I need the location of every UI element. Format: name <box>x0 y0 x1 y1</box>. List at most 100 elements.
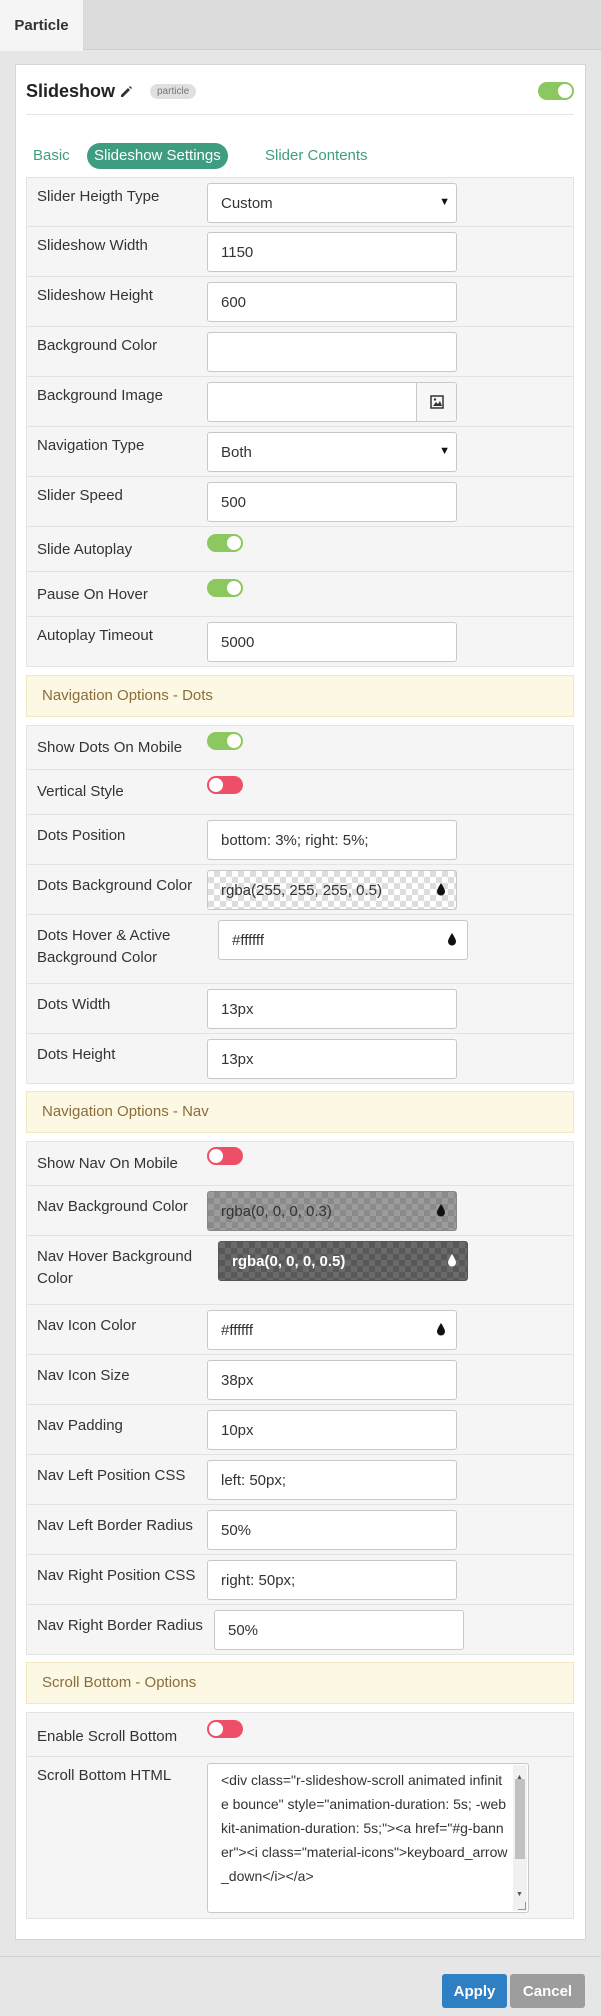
field-background-color: Background Color <box>26 327 574 377</box>
nav-right-position-input[interactable]: right: 50px; <box>207 1560 457 1600</box>
field-show-nav-mobile: Show Nav On Mobile <box>26 1141 574 1186</box>
enable-scroll-bottom-toggle[interactable] <box>207 1720 243 1738</box>
field-label: Nav Icon Color <box>37 1317 137 1334</box>
background-color-input[interactable] <box>207 332 457 372</box>
section-scroll-bottom: Scroll Bottom - Options <box>26 1662 574 1704</box>
nav-background-color-input[interactable]: rgba(0, 0, 0, 0.3) <box>207 1191 457 1231</box>
field-dots-height: Dots Height 13px <box>26 1034 574 1084</box>
dots-width-input[interactable]: 13px <box>207 989 457 1029</box>
section-navigation-nav: Navigation Options - Nav <box>26 1091 574 1133</box>
tab-basic[interactable]: Basic <box>33 143 70 169</box>
field-dots-width: Dots Width 13px <box>26 984 574 1034</box>
nav-icon-color-input[interactable]: #ffffff <box>207 1310 457 1350</box>
color-drop-icon[interactable] <box>436 1203 446 1217</box>
field-slideshow-width: Slideshow Width 1150 <box>26 227 574 277</box>
dots-height-input[interactable]: 13px <box>207 1039 457 1079</box>
scroll-bottom-html-textarea[interactable]: <div class="r-slideshow-scroll animated … <box>207 1763 529 1913</box>
nav-padding-input[interactable]: 10px <box>207 1410 457 1450</box>
field-dots-background-color: Dots Background Color rgba(255, 255, 255… <box>26 865 574 915</box>
particle-title: Slideshow <box>26 81 116 101</box>
tab-particle[interactable]: Particle <box>0 0 84 51</box>
field-nav-padding: Nav Padding 10px <box>26 1405 574 1455</box>
nav-hover-background-input[interactable]: rgba(0, 0, 0, 0.5) <box>218 1241 468 1281</box>
nav-left-radius-input[interactable]: 50% <box>207 1510 457 1550</box>
field-nav-icon-color: Nav Icon Color #ffffff <box>26 1305 574 1355</box>
field-dots-hover-background: Dots Hover & Active Background Color #ff… <box>26 915 574 984</box>
field-nav-hover-background: Nav Hover Background Color rgba(0, 0, 0,… <box>26 1236 574 1305</box>
input-value: #ffffff <box>221 1321 253 1339</box>
field-label: Show Nav On Mobile <box>37 1155 178 1172</box>
pause-on-hover-toggle[interactable] <box>207 579 243 597</box>
vertical-style-toggle[interactable] <box>207 776 243 794</box>
slider-height-type-select[interactable]: Custom ▼ <box>207 183 457 223</box>
field-enable-scroll-bottom: Enable Scroll Bottom <box>26 1712 574 1757</box>
nav-left-position-input[interactable]: left: 50px; <box>207 1460 457 1500</box>
field-label: Nav Padding <box>37 1417 123 1434</box>
field-label-line1: Dots Hover & Active <box>37 927 171 944</box>
dots-hover-background-input[interactable]: #ffffff <box>218 920 468 960</box>
field-label: Nav Left Position CSS <box>37 1467 186 1484</box>
field-label: Autoplay Timeout <box>37 627 153 644</box>
image-picker-button[interactable] <box>416 383 456 421</box>
input-value: rgba(0, 0, 0, 0.3) <box>221 1202 332 1220</box>
dots-position-input[interactable]: bottom: 3%; right: 5%; <box>207 820 457 860</box>
footer-bar: Apply Cancel <box>0 1956 601 2016</box>
field-label: Navigation Type <box>37 437 145 454</box>
scrollbar-thumb[interactable] <box>515 1779 525 1859</box>
dots-background-color-input[interactable]: rgba(255, 255, 255, 0.5) <box>207 870 457 910</box>
textarea-scrollbar[interactable]: ▲ ▼ <box>513 1765 527 1911</box>
field-nav-right-position: Nav Right Position CSS right: 50px; <box>26 1555 574 1605</box>
select-value: Both <box>221 443 252 461</box>
field-label: Slide Autoplay <box>37 541 133 558</box>
field-nav-left-radius: Nav Left Border Radius 50% <box>26 1505 574 1555</box>
navigation-type-select[interactable]: Both ▼ <box>207 432 457 472</box>
caret-down-icon: ▼ <box>439 445 450 457</box>
particle-badge: particle <box>150 84 197 99</box>
slideshow-height-input[interactable]: 600 <box>207 282 457 322</box>
input-value: rgba(255, 255, 255, 0.5) <box>221 881 382 899</box>
caret-down-icon: ▼ <box>439 196 450 208</box>
field-slider-height-type: Slider Heigth Type Custom ▼ <box>26 177 574 227</box>
cancel-button[interactable]: Cancel <box>510 1974 585 2008</box>
background-image-input[interactable] <box>207 382 457 422</box>
field-label: Pause On Hover <box>37 586 148 603</box>
input-value: rgba(0, 0, 0, 0.5) <box>232 1252 346 1270</box>
field-nav-icon-size: Nav Icon Size 38px <box>26 1355 574 1405</box>
resize-handle-icon[interactable] <box>518 1902 526 1910</box>
field-label: Vertical Style <box>37 783 124 800</box>
apply-button[interactable]: Apply <box>442 1974 507 2008</box>
tab-slideshow-settings[interactable]: Slideshow Settings <box>87 143 228 169</box>
show-nav-mobile-toggle[interactable] <box>207 1147 243 1165</box>
slide-autoplay-toggle[interactable] <box>207 534 243 552</box>
field-slideshow-height: Slideshow Height 600 <box>26 277 574 327</box>
select-value: Custom <box>221 194 273 212</box>
field-pause-on-hover: Pause On Hover <box>26 572 574 617</box>
autoplay-timeout-input[interactable]: 5000 <box>207 622 457 662</box>
show-dots-mobile-toggle[interactable] <box>207 732 243 750</box>
color-drop-icon[interactable] <box>447 1253 457 1267</box>
field-label: Dots Position <box>37 827 126 844</box>
field-label-line1: Nav Hover Background <box>37 1248 193 1265</box>
pencil-icon[interactable] <box>119 85 133 99</box>
color-drop-icon[interactable] <box>436 882 446 896</box>
slideshow-width-input[interactable]: 1150 <box>207 232 457 272</box>
field-nav-background-color: Nav Background Color rgba(0, 0, 0, 0.3) <box>26 1186 574 1236</box>
nav-right-radius-input[interactable]: 50% <box>214 1610 464 1650</box>
particle-enabled-toggle[interactable] <box>538 82 574 100</box>
field-label: Slideshow Width <box>37 237 148 254</box>
field-label-line2: Background Color <box>37 949 158 966</box>
field-show-dots-mobile: Show Dots On Mobile <box>26 725 574 770</box>
color-drop-icon[interactable] <box>447 932 457 946</box>
section-navigation-dots: Navigation Options - Dots <box>26 675 574 717</box>
color-drop-icon[interactable] <box>436 1322 446 1336</box>
field-label: Nav Background Color <box>37 1198 188 1215</box>
nav-icon-size-input[interactable]: 38px <box>207 1360 457 1400</box>
textarea-value: <div class="r-slideshow-scroll animated … <box>221 1772 508 1884</box>
field-label: Slider Speed <box>37 487 123 504</box>
tab-slider-contents[interactable]: Slider Contents <box>265 143 368 169</box>
slider-speed-input[interactable]: 500 <box>207 482 457 522</box>
field-background-image: Background Image <box>26 377 574 427</box>
field-slide-autoplay: Slide Autoplay <box>26 527 574 572</box>
field-scroll-bottom-html: Scroll Bottom HTML <div class="r-slidesh… <box>26 1757 574 1919</box>
field-label: Slider Heigth Type <box>37 188 160 205</box>
